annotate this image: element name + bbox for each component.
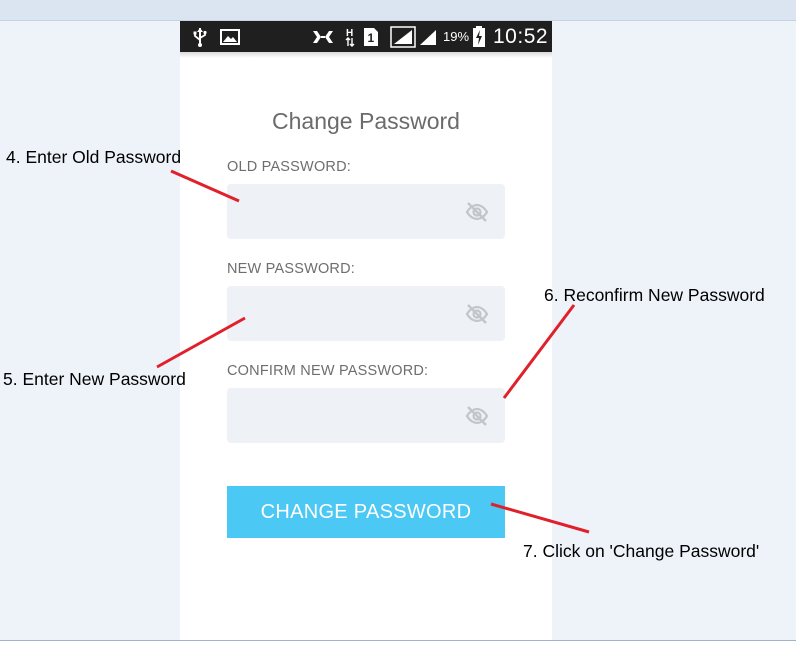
image-icon [220,21,240,52]
eye-off-icon[interactable] [465,200,489,224]
status-bar-shadow [180,52,552,58]
eye-off-icon[interactable] [465,302,489,326]
annotation-step-5: 5. Enter New Password [3,369,186,389]
annotation-step-4: 4. Enter Old Password [6,147,182,167]
confirm-password-label: CONFIRM NEW PASSWORD: [227,363,429,379]
clock: 10:52 [493,24,549,48]
annotation-step-7: 7. Click on 'Change Password' [523,541,760,561]
annotation-step-6: 6. Reconfirm New Password [544,285,765,305]
svg-text:H: H [346,28,353,39]
new-password-input[interactable] [227,286,461,341]
new-password-field [227,286,505,341]
eye-off-icon[interactable] [465,404,489,428]
old-password-label: OLD PASSWORD: [227,159,351,175]
signal-icon [418,21,438,52]
new-password-label: NEW PASSWORD: [227,261,356,277]
signal-icon [390,21,416,52]
svg-text:1: 1 [368,31,375,45]
old-password-field [227,184,505,239]
battery-percentage: 19% [443,29,470,44]
window-bottom-strip [0,641,796,649]
window-top-strip [0,0,796,20]
h-plus-data-icon: H [344,21,356,52]
nfc-icon [311,21,335,52]
confirm-password-input[interactable] [227,388,461,443]
status-bar: H 1 19% 10:52 [180,21,552,52]
page-title: Change Password [272,108,460,134]
sim-1-icon: 1 [363,21,379,52]
battery-charging-icon [472,21,486,52]
old-password-input[interactable] [227,184,461,239]
change-password-button[interactable]: CHANGE PASSWORD [227,486,505,538]
confirm-password-field [227,388,505,443]
phone-screen: H 1 19% 10:52 Change Password OLD PASSWO… [180,21,552,640]
usb-icon [192,21,208,52]
